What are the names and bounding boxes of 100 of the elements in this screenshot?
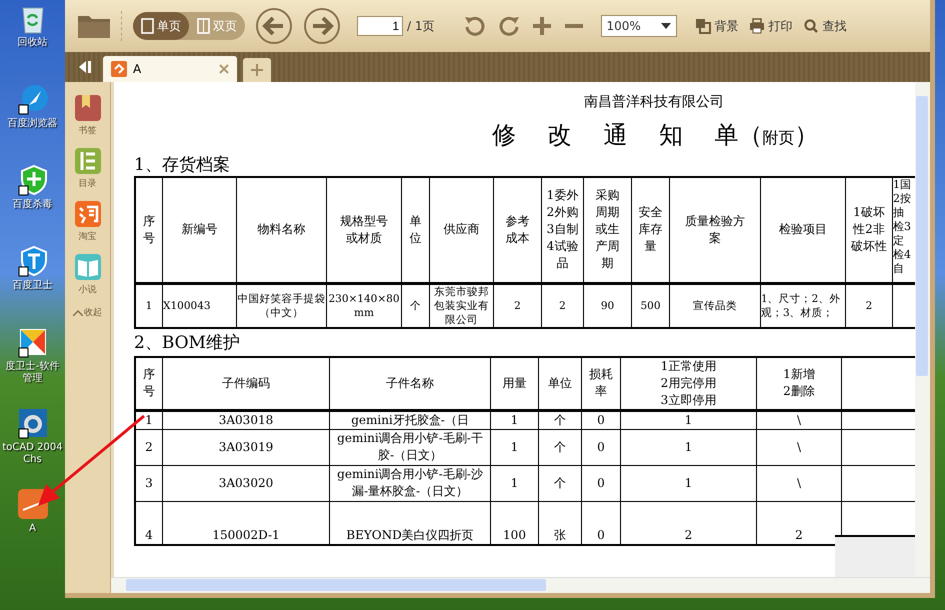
table-cell: gemini牙托胶盒-（日 (351, 412, 469, 426)
column-header: 1国2按抽检3定检4自 (893, 178, 912, 276)
column-header: 损耗率 (588, 366, 614, 400)
column-header: 1委外2外购3自制4试验品 (546, 187, 580, 272)
table-cell: 230×140×80mm (328, 292, 400, 318)
table-cell: 500 (640, 300, 661, 312)
pdf-file-icon[interactable] (16, 488, 48, 520)
column-header: 物料名称 (258, 221, 306, 238)
horizontal-scrollbar[interactable] (111, 577, 930, 593)
new-tab-button[interactable] (243, 58, 271, 82)
column-header: 检验项目 (779, 221, 827, 238)
table-cell: 4 (145, 528, 153, 542)
column-header: 1破坏性2非破坏性 (851, 204, 887, 256)
table-cell: 3A03018 (218, 412, 274, 426)
table-cell: 1 (510, 440, 518, 454)
column-header: 参考成本 (504, 212, 530, 247)
table-cell: 个 (554, 440, 566, 454)
view-mode-tab[interactable]: 单页 (133, 12, 189, 40)
column-header: 安全库存量 (638, 204, 664, 256)
desktop-icon-label[interactable]: toCAD 2004 Chs (2, 442, 64, 466)
toolbar-action[interactable]: 背景 (694, 18, 738, 34)
zoom-in-icon[interactable] (530, 15, 552, 37)
column-header: 单位 (410, 212, 422, 247)
table-cell: 2 (145, 440, 153, 454)
table-cell: 1 (510, 476, 518, 490)
document-tab[interactable]: A (103, 56, 237, 82)
app-manager-icon[interactable] (16, 326, 48, 358)
plus-icon (251, 64, 263, 76)
zoom-dropdown[interactable]: 100% (600, 15, 676, 37)
table-cell: 0 (597, 440, 605, 454)
table-cell: 1 (684, 476, 692, 490)
column-header: 序号 (143, 366, 155, 400)
table-cell: 2 (514, 300, 521, 312)
desktop-icon-label[interactable]: 回收站 (2, 37, 64, 49)
toolbar-action[interactable]: 打印 (748, 18, 792, 34)
column-header: 规格型号或材质 (339, 212, 389, 247)
table-cell: 个 (410, 300, 421, 312)
search-icon (802, 18, 818, 34)
browser-icon[interactable] (16, 83, 48, 115)
table-cell: 150002D-1 (212, 528, 280, 542)
column-header: 序号 (143, 212, 155, 247)
table-cell: BEYOND美白仪四折页 (346, 528, 474, 542)
desktop-icon-label[interactable]: 百度杀毒 (2, 199, 64, 211)
table-cell: 3A03019 (218, 440, 274, 454)
rotate-left-icon[interactable] (462, 14, 486, 38)
collapse-button[interactable]: 收起 (73, 306, 102, 319)
desktop-icon-label[interactable]: A (2, 523, 64, 535)
column-header: 1正常使用2用完停用3立即停用 (660, 358, 718, 408)
table-cell: 1、尺寸；2、外观；3、材质； (761, 292, 840, 318)
column-header: 子件名称 (386, 374, 434, 392)
pdf-file-icon (111, 61, 127, 77)
column-header: 用量 (502, 374, 526, 392)
title-paren: ） (794, 120, 819, 151)
column-header: 单位 (548, 374, 572, 392)
dropdown-caret-icon (660, 23, 670, 29)
toolbar-action[interactable]: 查找 (802, 18, 846, 34)
desktop-icon-label[interactable]: 百度卫士 (2, 280, 64, 292)
table-cell: \ (796, 412, 802, 426)
page-icon (141, 18, 154, 34)
rotate-right-icon[interactable] (496, 14, 520, 38)
view-mode-tab[interactable]: 双页 (189, 12, 245, 40)
print-icon (748, 18, 764, 34)
desktop-icon-label[interactable]: 度卫士-软件管理 (2, 361, 64, 385)
table-cell: 0 (597, 412, 605, 426)
document-title: 修 改 通 知 单 (492, 120, 739, 151)
caret-up-icon (73, 310, 83, 316)
column-header: 子件编码 (222, 374, 270, 392)
vertical-scrollbar[interactable] (915, 82, 930, 577)
column-header: 新编号 (182, 221, 218, 238)
table-cell: 张 (554, 528, 566, 542)
shield-icon[interactable] (16, 245, 48, 277)
collapse-panel-icon[interactable] (77, 60, 93, 74)
close-icon[interactable] (219, 64, 229, 74)
table-cell: 个 (554, 476, 566, 490)
desktop-icon-label[interactable]: 百度浏览器 (2, 118, 64, 130)
table-cell: 0 (597, 528, 605, 542)
table-cell: 1 (145, 412, 153, 426)
shield-icon[interactable] (16, 164, 48, 196)
page-number-field[interactable]: 1 (357, 16, 403, 36)
folder-icon[interactable] (77, 13, 111, 39)
table-cell: 90 (600, 300, 614, 312)
column-header: 质量检验方案 (684, 212, 746, 247)
table-cell: 中国好笑容手提袋（中文） (238, 292, 326, 318)
table-cell: 宣传品类 (693, 300, 737, 312)
section-heading: 2、BOM维护 (134, 332, 241, 354)
table-cell: \ (796, 476, 802, 490)
table-cell: gemini调合用小铲-毛刷-沙漏-量杯胶盒-（日文） (337, 467, 483, 498)
page-total: / 1页 (407, 18, 434, 34)
column-header: 1新增2删除 (782, 366, 816, 400)
title-paren: （ (738, 120, 763, 151)
column-header: 采购周期或生产周期 (594, 187, 620, 272)
table-cell: 1 (146, 300, 152, 312)
table-cell: 2 (559, 300, 566, 312)
cad-app-icon[interactable] (16, 407, 48, 439)
table-cell: 东莞市骏邦包装实业有限公司 (434, 286, 489, 326)
table-cell: 100 (503, 528, 526, 542)
table-cell: 3 (145, 476, 153, 490)
title-note: 附页 (762, 128, 795, 149)
table-cell: \ (796, 440, 802, 454)
table-cell: 1 (510, 412, 518, 426)
